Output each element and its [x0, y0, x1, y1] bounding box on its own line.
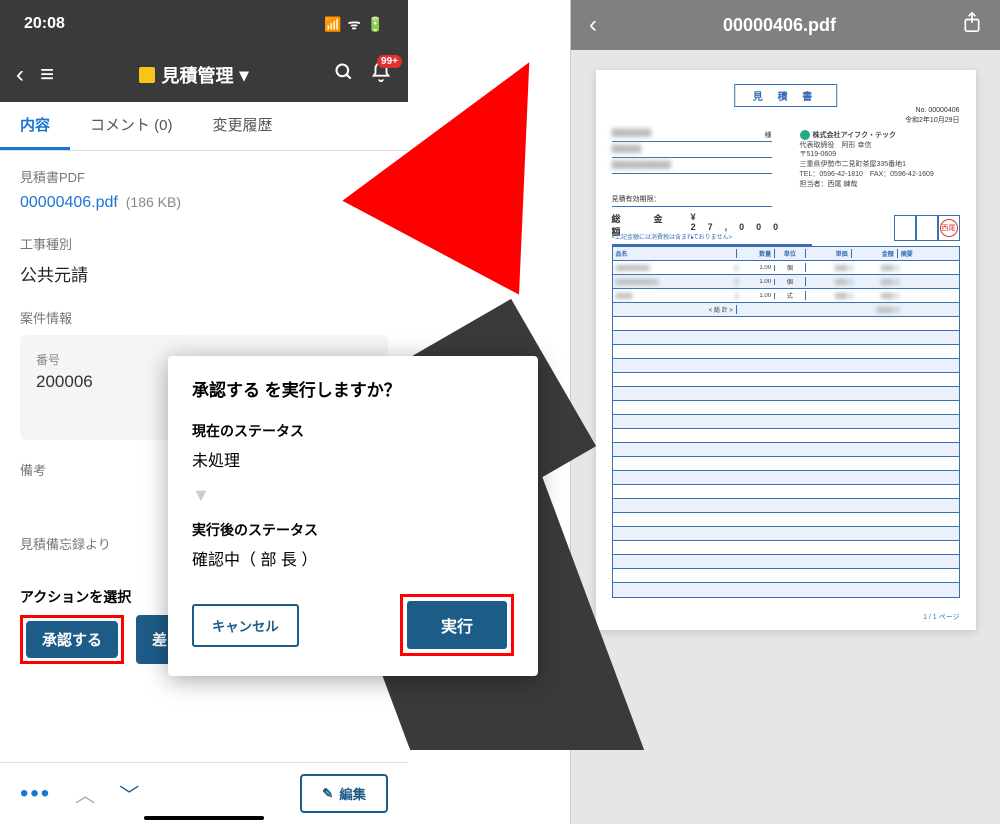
approve-highlight: 承認する: [20, 615, 124, 664]
pdf-link[interactable]: 00000406.pdf: [20, 194, 118, 211]
home-indicator: [144, 816, 264, 820]
menu-icon[interactable]: ≡: [40, 61, 54, 89]
nav-bar: ‹ ≡ 見積管理 ▾ 99+: [0, 48, 408, 102]
modal-title: 承認する を実行しますか？: [192, 376, 514, 401]
seal-boxes: 西尾: [894, 215, 960, 241]
project-section-label: 案件情報: [20, 308, 388, 327]
search-icon[interactable]: [334, 62, 354, 88]
work-type-field: 工事種別 公共元請: [20, 234, 388, 286]
execute-highlight: 実行: [400, 594, 514, 656]
th-qty: 数量: [737, 249, 775, 258]
battery-icon: 🔋: [367, 16, 384, 33]
next-record-icon[interactable]: ﹀: [119, 779, 139, 808]
back-icon[interactable]: ‹: [16, 61, 24, 89]
page-number: 1 / 1 ページ: [923, 612, 959, 622]
pdf-section-label: 見積書PDF: [20, 167, 388, 186]
pencil-icon: ✎: [322, 786, 333, 802]
notifications-icon[interactable]: 99+: [370, 61, 392, 89]
pdf-size: (186 KB): [126, 194, 181, 210]
work-type-value: 公共元請: [20, 261, 388, 286]
after-status-value: 確認中（ 部 長 ）: [192, 546, 514, 570]
status-icons: 📶 ᯤ 🔋: [324, 15, 384, 34]
line-items-table: 品名 数量 単位 単価 金額 摘要 ████████1.00個██████ ██…: [612, 246, 960, 598]
current-status-label: 現在のステータス: [192, 421, 514, 441]
status-bar: 20:08 📶 ᯤ 🔋: [0, 0, 408, 48]
execute-button[interactable]: 実行: [407, 601, 507, 649]
seal-stamp: 西尾: [940, 219, 958, 237]
pdf-title: 00000406.pdf: [613, 15, 946, 36]
bottom-bar: ••• ︿ ﹀ ✎ 編集: [0, 762, 408, 824]
prev-record-icon[interactable]: ︿: [75, 779, 95, 808]
notification-badge: 99+: [377, 55, 402, 68]
th-name: 品名: [613, 249, 737, 258]
tab-content[interactable]: 内容: [0, 102, 70, 150]
tab-history[interactable]: 変更履歴: [193, 102, 293, 150]
signal-icon: 📶: [324, 16, 341, 33]
document-heading: 見 積 書: [734, 84, 838, 107]
document-number: No. 00000406 令和2年10月29日: [905, 106, 959, 126]
more-icon[interactable]: •••: [20, 780, 51, 808]
share-icon[interactable]: [962, 11, 982, 39]
pdf-back-icon[interactable]: ‹: [589, 11, 597, 39]
pdf-nav-bar: ‹ 00000406.pdf: [571, 0, 1000, 50]
tab-bar: 内容 コメント (0) 変更履歴: [0, 102, 408, 151]
validity-row: 見積有効期限：: [612, 194, 772, 207]
edit-button[interactable]: ✎ 編集: [300, 774, 388, 813]
right-phone-frame: ‹ 00000406.pdf 見 積 書 No. 00000406 令和2年10…: [570, 0, 1000, 824]
tab-comments[interactable]: コメント (0): [70, 102, 193, 150]
pdf-attachment: 00000406.pdf (186 KB): [20, 194, 388, 212]
confirm-modal: 承認する を実行しますか？ 現在のステータス 未処理 ▼ 実行後のステータス 確…: [168, 356, 538, 676]
work-type-label: 工事種別: [20, 234, 388, 253]
status-arrow-icon: ▼: [192, 485, 514, 506]
company-logo-icon: [800, 130, 810, 140]
dropdown-caret-icon: ▾: [239, 65, 248, 86]
current-status-value: 未処理: [192, 447, 514, 471]
clock: 20:08: [24, 15, 65, 33]
th-amount: 金額: [852, 249, 898, 258]
tax-note: <上記金額には消費税は含まれておりません>: [612, 232, 732, 241]
approve-button[interactable]: 承認する: [26, 621, 118, 658]
app-icon: [139, 67, 155, 83]
pdf-page[interactable]: 見 積 書 No. 00000406 令和2年10月29日 ████████様 …: [596, 70, 976, 630]
after-status-label: 実行後のステータス: [192, 520, 514, 540]
page-title[interactable]: 見積管理 ▾: [70, 62, 318, 88]
th-price: 単価: [806, 249, 852, 258]
th-note: 摘要: [898, 249, 959, 258]
wifi-icon: ᯤ: [348, 15, 361, 34]
company-block: 株式会社アイフク・テック 代表取締役 阿形 幸信 〒519-0609 三重県伊勢…: [800, 130, 960, 190]
recipient-block: ████████様 ██████ ████████████: [612, 130, 772, 178]
cancel-button[interactable]: キャンセル: [192, 604, 299, 647]
th-unit: 単位: [775, 249, 805, 258]
